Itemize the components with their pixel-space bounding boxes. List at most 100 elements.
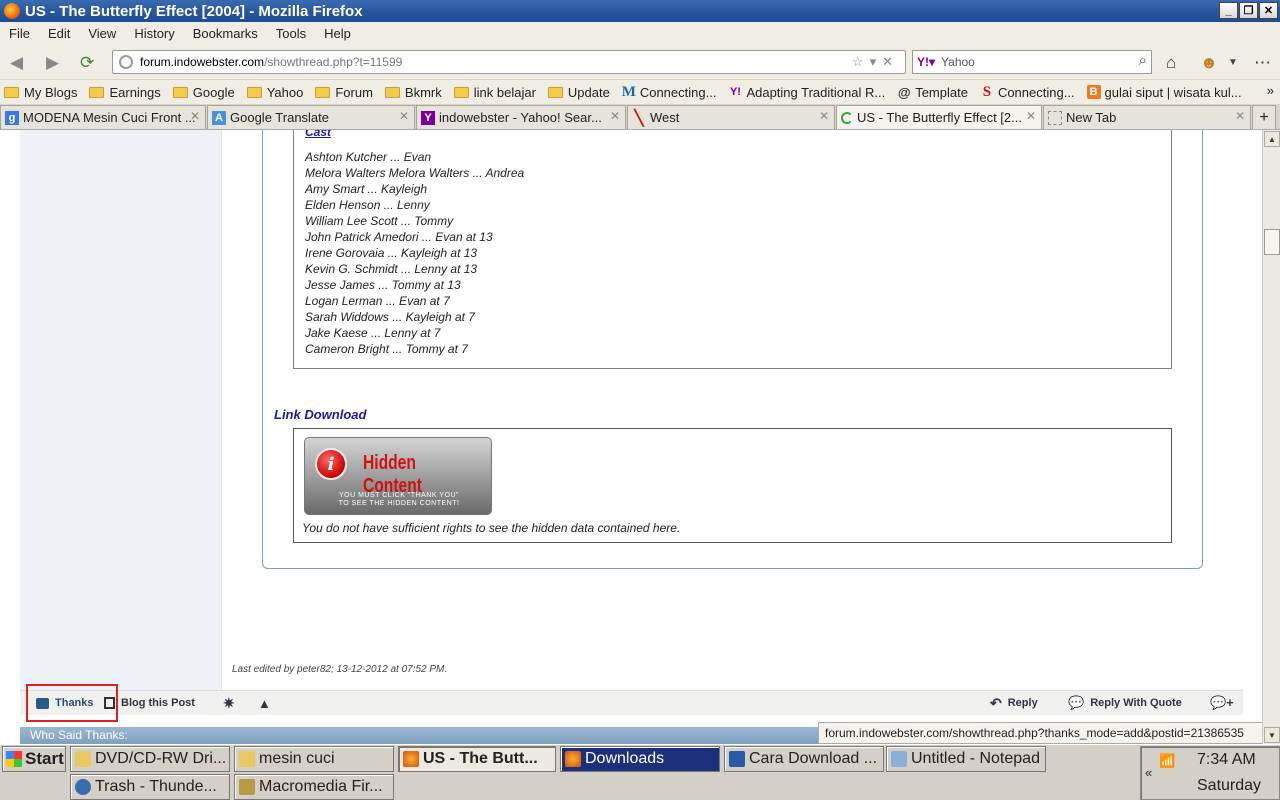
bookmarks-overflow-icon[interactable]: » [1267,83,1274,98]
taskbar-item-cara-download[interactable]: Cara Download ... [724,746,884,772]
bookmark-update[interactable]: Update [547,85,610,100]
cast-entry: Jake Kaese ... Lenny at 7 [305,326,441,340]
tab-modena[interactable]: g MODENA Mesin Cuci Front ... ✕ [0,105,206,129]
cast-entry: Ashton Kutcher ... Evan [305,150,432,164]
scroll-up-icon[interactable]: ▲ [1264,131,1280,147]
search-bar[interactable]: Y!▾ Yahoo ⌕ [912,50,1152,74]
clock-time[interactable]: 7:34 AM [1197,751,1256,769]
bookmark-google[interactable]: Google [172,85,235,100]
link-download-heading: Link Download [274,407,367,422]
addon-menu-icon[interactable]: ▼ [1228,57,1238,68]
bookmark-adapting[interactable]: Y! Adapting Traditional R... [728,85,885,100]
maximize-button[interactable]: ❐ [1239,2,1258,19]
reply-button[interactable]: ↶ Reply [990,695,1038,712]
network-icon[interactable]: 📶 [1159,753,1175,769]
tab-new-tab[interactable]: New Tab ✕ [1043,105,1251,129]
swirl-icon: @ [897,84,911,100]
bookmark-gulai-siput[interactable]: Bgulai siput | wisata kul... [1086,85,1242,100]
firefox-icon [403,751,419,767]
close-tab-icon[interactable]: ✕ [190,109,200,123]
close-tab-icon[interactable]: ✕ [819,109,829,123]
bookmark-link-belajar[interactable]: link belajar [453,85,536,100]
menu-file[interactable]: File [0,26,39,41]
url-bar[interactable]: forum.indowebster.com/showthread.php?t=1… [112,50,906,74]
reply-with-quote-button[interactable]: 💬 Reply With Quote [1068,695,1182,711]
search-icon[interactable]: ⌕ [1139,52,1147,69]
close-button[interactable]: ✕ [1259,2,1278,19]
bookmark-forum[interactable]: Forum [315,85,373,100]
bookmark-yahoo[interactable]: Yahoo [246,85,303,100]
forward-icon[interactable]: ▶ [46,53,59,73]
new-tab-button[interactable]: + [1252,105,1276,129]
tab-indowebster-yahoo[interactable]: Yindowebster - Yahoo! Sear... ✕ [416,105,626,129]
bookmark-connecting-2[interactable]: S Connecting... [980,83,1075,100]
close-tab-icon[interactable]: ✕ [1026,109,1036,123]
addon-icon[interactable]: ☻ [1200,53,1218,73]
bookmark-earnings[interactable]: Earnings [89,85,161,100]
menu-view[interactable]: View [79,26,125,41]
window-titlebar: US - The Butterfly Effect [2004] - Mozil… [0,0,1280,22]
minimize-button[interactable]: _ [1219,2,1238,19]
hidden-content-box: i Hidden Content YOU MUST CLICK "THANK Y… [293,428,1172,543]
word-icon [729,751,745,767]
folder-icon [172,86,188,98]
blogger-icon: B [1086,85,1101,99]
tray-expand-icon[interactable]: « [1145,765,1152,780]
firefox-icon [565,751,581,767]
bookmark-connecting-1[interactable]: M Connecting... [622,84,717,100]
menu-bookmarks[interactable]: Bookmarks [184,26,267,41]
reload-icon[interactable]: ⟳ [80,53,94,73]
taskbar: Start DVD/CD-RW Dri... mesin cuci US - T… [0,744,1280,800]
s-icon: S [982,83,992,100]
toolbar-overflow-icon[interactable]: ⋯ [1254,53,1271,73]
blank-icon [1048,110,1062,125]
menu-tools[interactable]: Tools [267,26,315,41]
taskbar-item-dvd[interactable]: DVD/CD-RW Dri... [70,746,230,772]
quote-icon: 💬 [1068,695,1085,710]
taskbar-item-firefox[interactable]: US - The Butt... [398,746,556,772]
cast-entry: Jesse James ... Tommy at 13 [305,278,461,292]
menu-help[interactable]: Help [315,26,360,41]
vertical-scrollbar[interactable]: ▲ ▼ [1262,130,1280,744]
close-tab-icon[interactable]: ✕ [1235,109,1245,123]
close-tab-icon[interactable]: ✕ [610,109,620,123]
bookmark-my-blogs[interactable]: My Blogs [4,85,77,100]
search-placeholder: Yahoo [941,55,975,69]
cast-entry: Cameron Bright ... Tommy at 7 [305,342,468,356]
bookmark-template[interactable]: @ Template [897,85,968,100]
translate-icon: A [212,110,226,125]
tab-google-translate[interactable]: A Google Translate ✕ [207,105,415,129]
menu-edit[interactable]: Edit [39,26,79,41]
scroll-down-icon[interactable]: ▼ [1264,727,1280,743]
cast-entry: William Lee Scott ... Tommy [305,214,454,228]
thunderbird-icon [75,779,91,795]
multi-quote-icon[interactable]: 💬+ [1210,695,1234,711]
report-icon[interactable]: ▲ [258,696,271,711]
folder-icon [453,86,469,98]
bookmark-bkmrk[interactable]: Bkmrk [384,85,442,100]
close-tab-icon[interactable]: ✕ [399,109,409,123]
taskbar-item-macromedia[interactable]: Macromedia Fir... [234,774,394,800]
cast-entry: Melora Walters Melora Walters ... Andrea [305,166,525,180]
taskbar-item-mesin-cuci[interactable]: mesin cuci [234,746,394,772]
yahoo-engine-icon[interactable]: Y!▾ [917,55,935,69]
url-actions-icon[interactable]: ☆▾✕ [852,54,899,70]
start-button[interactable]: Start [2,746,66,772]
last-edited-note: Last edited by peter82; 13-12-2012 at 07… [232,664,448,675]
taskbar-item-downloads[interactable]: Downloads [560,746,720,772]
cast-entry: John Patrick Amedori ... Evan at 13 [305,230,493,244]
who-said-thanks-header: Who Said Thanks: [20,727,820,744]
taskbar-item-notepad[interactable]: Untitled - Notepad [886,746,1046,772]
home-icon[interactable]: ⌂ [1166,53,1176,73]
tab-butterfly-effect[interactable]: US - The Butterfly Effect [2... ✕ [836,105,1042,129]
tab-west[interactable]: ╲ West ✕ [627,105,835,129]
scrollbar-thumb[interactable] [1264,229,1280,255]
folder-icon [75,751,91,767]
back-icon[interactable]: ◀ [10,53,23,73]
star-icon[interactable]: ✷ [223,695,235,712]
taskbar-item-thunderbird[interactable]: Trash - Thunde... [70,774,230,800]
cast-box: Cast Ashton Kutcher ... Evan Melora Walt… [293,130,1172,369]
cast-label: Cast [305,130,332,139]
post-action-bar: Thanks Blog this Post ✷ ▲ ↶ Reply 💬 Reply … [20,690,1243,715]
menu-history[interactable]: History [125,26,183,41]
